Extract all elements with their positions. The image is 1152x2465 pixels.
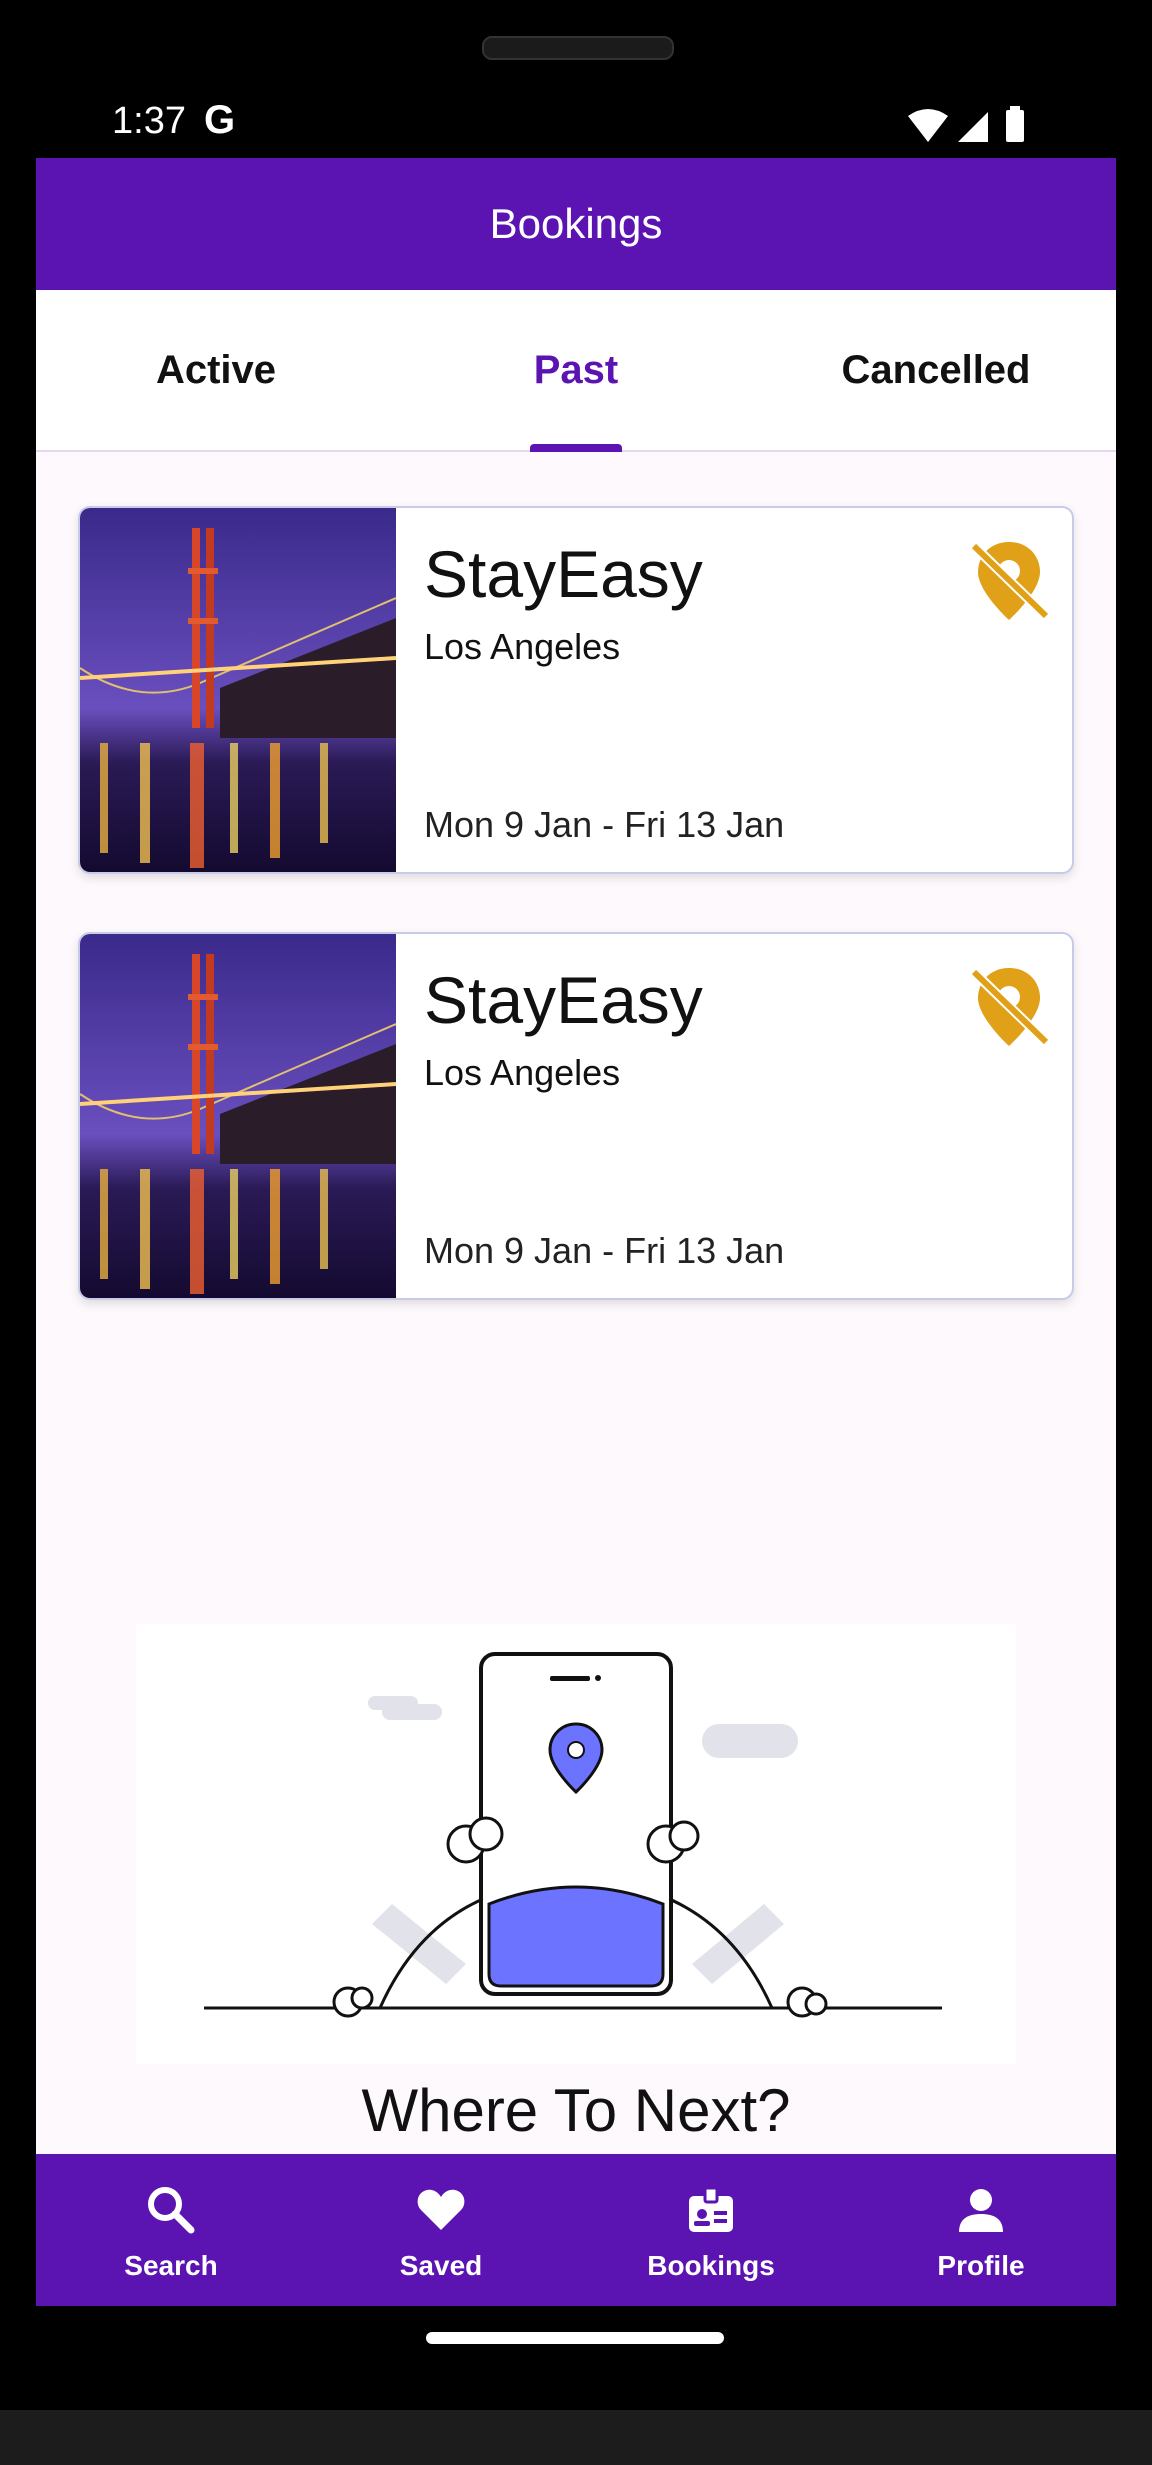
nav-label: Saved: [399, 2250, 483, 2281]
badge-icon: [689, 2186, 733, 2232]
nav-saved[interactable]: Saved: [306, 2154, 576, 2306]
speaker-grille: [482, 36, 674, 60]
booking-name: StayEasy: [424, 537, 703, 611]
nav-label: Profile: [937, 2250, 1025, 2281]
nav-label: Search: [124, 2250, 218, 2281]
phone-chin: [0, 2410, 1152, 2465]
booking-name: StayEasy: [424, 963, 703, 1037]
google-icon: G: [204, 98, 236, 142]
nav-bookings[interactable]: Bookings: [576, 2154, 846, 2306]
booking-dates: Mon 9 Jan - Fri 13 Jan: [424, 1230, 785, 1271]
page-title: Bookings: [489, 200, 663, 247]
app-screen: Bookings Active Past Cancelled StayEasy …: [36, 158, 1116, 2306]
phone-map-illustration: [204, 1652, 942, 2018]
booking-location: Los Angeles: [424, 1052, 621, 1093]
tab-cancelled[interactable]: Cancelled: [756, 290, 1116, 450]
battery-icon: [1006, 110, 1024, 142]
status-time: 1:37: [112, 100, 186, 142]
booking-card[interactable]: StayEasy Los Angeles Mon 9 Jan - Fri 13 …: [78, 506, 1074, 874]
bottom-navigation: Search Saved Bookings Profile: [36, 2154, 1116, 2306]
phone-frame: 1:37 G Bookings Active Past Cancelled St…: [0, 0, 1152, 2465]
tab-active[interactable]: Active: [36, 290, 396, 450]
booking-location: Los Angeles: [424, 626, 621, 667]
booking-tabs: Active Past Cancelled: [36, 290, 1116, 452]
location-off-icon[interactable]: [966, 538, 1052, 624]
status-icons: [908, 106, 1024, 142]
home-indicator[interactable]: [426, 2332, 724, 2344]
heart-icon: [417, 2189, 465, 2230]
golden-gate-bridge-image: [80, 934, 396, 1298]
status-bar: 1:37 G: [36, 98, 1116, 160]
empty-state-heading: Where To Next?: [361, 2077, 791, 2144]
where-to-next-illustration: [136, 1624, 1016, 2064]
nav-profile[interactable]: Profile: [846, 2154, 1116, 2306]
nav-search[interactable]: Search: [36, 2154, 306, 2306]
wifi-icon: [908, 109, 948, 142]
app-bar: Bookings: [36, 158, 1116, 290]
booking-dates: Mon 9 Jan - Fri 13 Jan: [424, 804, 785, 845]
search-icon: [148, 2187, 195, 2234]
tab-indicator: [530, 444, 622, 452]
person-icon: [959, 2189, 1003, 2232]
golden-gate-bridge-image: [80, 508, 396, 872]
signal-icon: [958, 112, 988, 142]
booking-card[interactable]: StayEasy Los Angeles Mon 9 Jan - Fri 13 …: [78, 932, 1074, 1300]
location-off-icon[interactable]: [966, 964, 1052, 1050]
tab-past[interactable]: Past: [396, 290, 756, 450]
nav-label: Bookings: [647, 2250, 775, 2281]
